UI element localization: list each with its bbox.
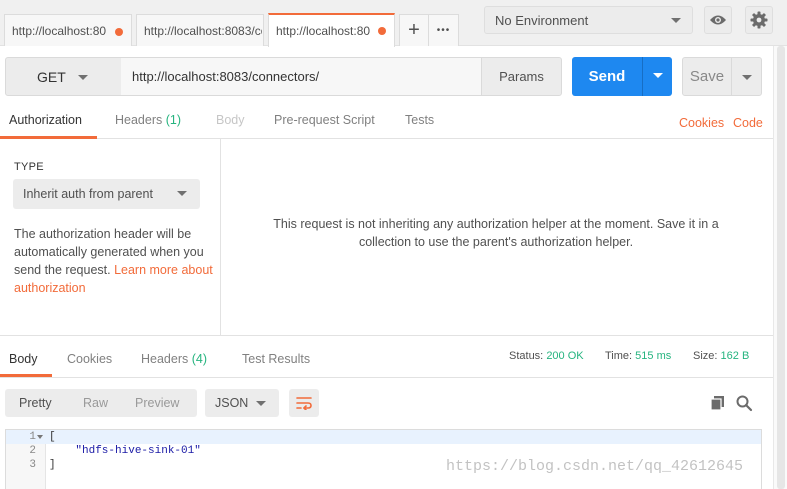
tab-response-cookies[interactable]: Cookies	[67, 352, 112, 366]
more-tabs-button[interactable]: •••	[428, 14, 459, 46]
chevron-down-icon	[256, 401, 266, 406]
send-label: Send	[588, 68, 626, 85]
auth-detail-panel: This request is not inheriting any autho…	[221, 139, 773, 336]
tab-test-results[interactable]: Test Results	[242, 352, 310, 366]
wrap-lines-button[interactable]	[289, 389, 319, 417]
save-label: Save	[689, 68, 725, 85]
tab-pre-request-script[interactable]: Pre-request Script	[274, 113, 375, 127]
tab-authorization[interactable]: Authorization	[9, 113, 82, 127]
eye-icon	[710, 15, 726, 25]
auth-type-label: TYPE	[14, 161, 44, 173]
response-headers-count-badge: (4)	[191, 352, 208, 366]
response-size: Size: 162 B	[693, 350, 749, 362]
more-icon: •••	[436, 25, 451, 36]
tab-headers-label: Headers	[115, 113, 163, 127]
scrollbar[interactable]	[773, 46, 787, 489]
environment-select[interactable]: No Environment	[484, 6, 693, 34]
line-number: 2	[29, 445, 36, 457]
code-text: [	[49, 431, 56, 443]
line-number: 3	[29, 459, 36, 471]
chevron-down-icon	[742, 75, 752, 80]
line-number: 1	[29, 431, 36, 443]
params-button[interactable]: Params	[481, 57, 562, 96]
request-tabs: Authorization Headers (1) Body Pre-reque…	[0, 104, 773, 139]
send-options-button[interactable]	[642, 57, 672, 96]
chevron-down-icon	[177, 191, 187, 196]
save-button[interactable]: Save	[682, 57, 732, 96]
auth-type-select[interactable]: Inherit auth from parent	[13, 179, 200, 209]
unsaved-dot-icon	[115, 28, 123, 36]
fold-toggle-icon[interactable]	[37, 435, 43, 439]
cookies-link[interactable]: Cookies	[679, 116, 724, 130]
time-value: 515 ms	[635, 350, 672, 362]
tab-label: http://localhost:8083/co	[144, 23, 262, 38]
tab-bar: http://localhost:80 http://localhost:808…	[0, 0, 787, 47]
auth-type-value: Inherit auth from parent	[23, 187, 153, 201]
environment-value: No Environment	[495, 12, 589, 28]
unsaved-dot-icon	[378, 27, 386, 35]
code-link[interactable]: Code	[733, 116, 763, 130]
save-options-button[interactable]	[731, 57, 762, 96]
tab-body[interactable]: Body	[216, 113, 245, 127]
request-tab-2[interactable]: http://localhost:8083/co	[136, 14, 264, 46]
wrap-lines-icon	[296, 397, 312, 410]
size-value: 162 B	[720, 350, 750, 362]
plus-icon: +	[408, 19, 420, 41]
watermark: https://blog.csdn.net/qq_42612645	[446, 458, 744, 475]
auth-inherit-message: This request is not inheriting any autho…	[273, 217, 719, 249]
code-text: ]	[49, 459, 56, 471]
tab-headers[interactable]: Headers (1)	[115, 113, 181, 127]
tab-response-headers-label: Headers	[141, 352, 189, 366]
headers-count-badge: (1)	[165, 113, 182, 127]
search-icon[interactable]	[735, 394, 753, 412]
code-text: "hdfs-hive-sink-01"	[49, 445, 201, 457]
code-line: 1 [	[6, 430, 761, 444]
tab-label: http://localhost:80	[276, 24, 371, 38]
format-value: JSON	[215, 396, 249, 410]
tab-response-body[interactable]: Body	[9, 352, 38, 366]
response-time: Time: 515 ms	[605, 350, 671, 362]
method-select[interactable]: GET	[5, 57, 122, 96]
view-preview-button[interactable]: Preview	[135, 396, 179, 410]
active-tab-indicator	[0, 374, 52, 377]
response-view-mode: Pretty Raw Preview	[5, 389, 197, 417]
method-value: GET	[37, 68, 66, 85]
tab-label: http://localhost:80	[12, 23, 107, 38]
response-tabs: Body Cookies Headers (4) Test Results St…	[0, 337, 773, 378]
status-value: 200 OK	[546, 350, 584, 362]
scrollbar-thumb[interactable]	[777, 46, 785, 489]
send-button[interactable]: Send	[572, 57, 642, 96]
request-tab-1[interactable]: http://localhost:80	[4, 14, 132, 46]
chevron-down-icon	[671, 18, 681, 23]
response-status: Status: 200 OK	[509, 350, 584, 362]
new-tab-button[interactable]: +	[399, 14, 429, 46]
auth-type-panel: TYPE Inherit auth from parent The author…	[0, 139, 221, 336]
environment-quick-look-button[interactable]	[704, 6, 732, 34]
chevron-down-icon	[653, 73, 663, 78]
chevron-down-icon	[78, 75, 88, 80]
url-input[interactable]	[121, 57, 482, 96]
copy-icon[interactable]	[709, 394, 727, 412]
tab-tests[interactable]: Tests	[405, 113, 434, 127]
request-tab-3-active[interactable]: http://localhost:80	[268, 13, 395, 47]
environment-settings-button[interactable]	[745, 6, 773, 34]
size-label: Size:	[693, 350, 718, 362]
time-label: Time:	[605, 350, 633, 362]
tab-response-headers[interactable]: Headers (4)	[141, 352, 207, 366]
status-label: Status:	[509, 350, 544, 362]
code-line: 2 "hdfs-hive-sink-01"	[6, 444, 761, 458]
view-raw-button[interactable]: Raw	[83, 396, 108, 410]
response-format-select[interactable]: JSON	[205, 389, 279, 417]
view-pretty-button[interactable]: Pretty	[19, 396, 52, 410]
auth-description: The authorization header will be automat…	[14, 225, 214, 297]
gear-icon	[750, 11, 768, 29]
params-label: Params	[499, 69, 544, 84]
